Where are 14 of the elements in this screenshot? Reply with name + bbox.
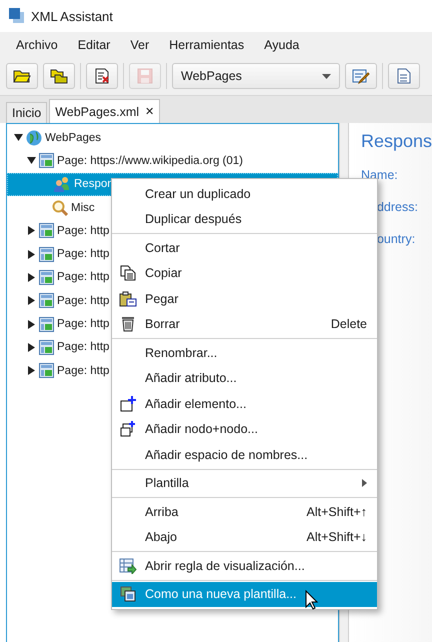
tree-item-label: Page: http bbox=[57, 248, 110, 260]
tree-item-label: Page: http bbox=[57, 271, 110, 284]
tree-item-label: Page: http bbox=[57, 318, 110, 330]
window-title: XML Assistant bbox=[31, 8, 113, 24]
tree-item-label: Misc bbox=[71, 202, 95, 214]
tree-item-label: WebPages bbox=[45, 132, 102, 144]
tree-item-label: Page: http bbox=[57, 364, 110, 377]
tree-item-label: Page: http bbox=[57, 294, 110, 307]
details-title: Respons bbox=[360, 131, 432, 152]
field-label: ountry: bbox=[376, 231, 416, 248]
tree-item-label: Page: http bbox=[57, 224, 110, 237]
field-label: ddress: bbox=[376, 199, 419, 216]
tree-item-label: Page: https://www.wikipedia.org (01) bbox=[57, 154, 244, 167]
tree-item-label: Page: http bbox=[57, 341, 110, 354]
